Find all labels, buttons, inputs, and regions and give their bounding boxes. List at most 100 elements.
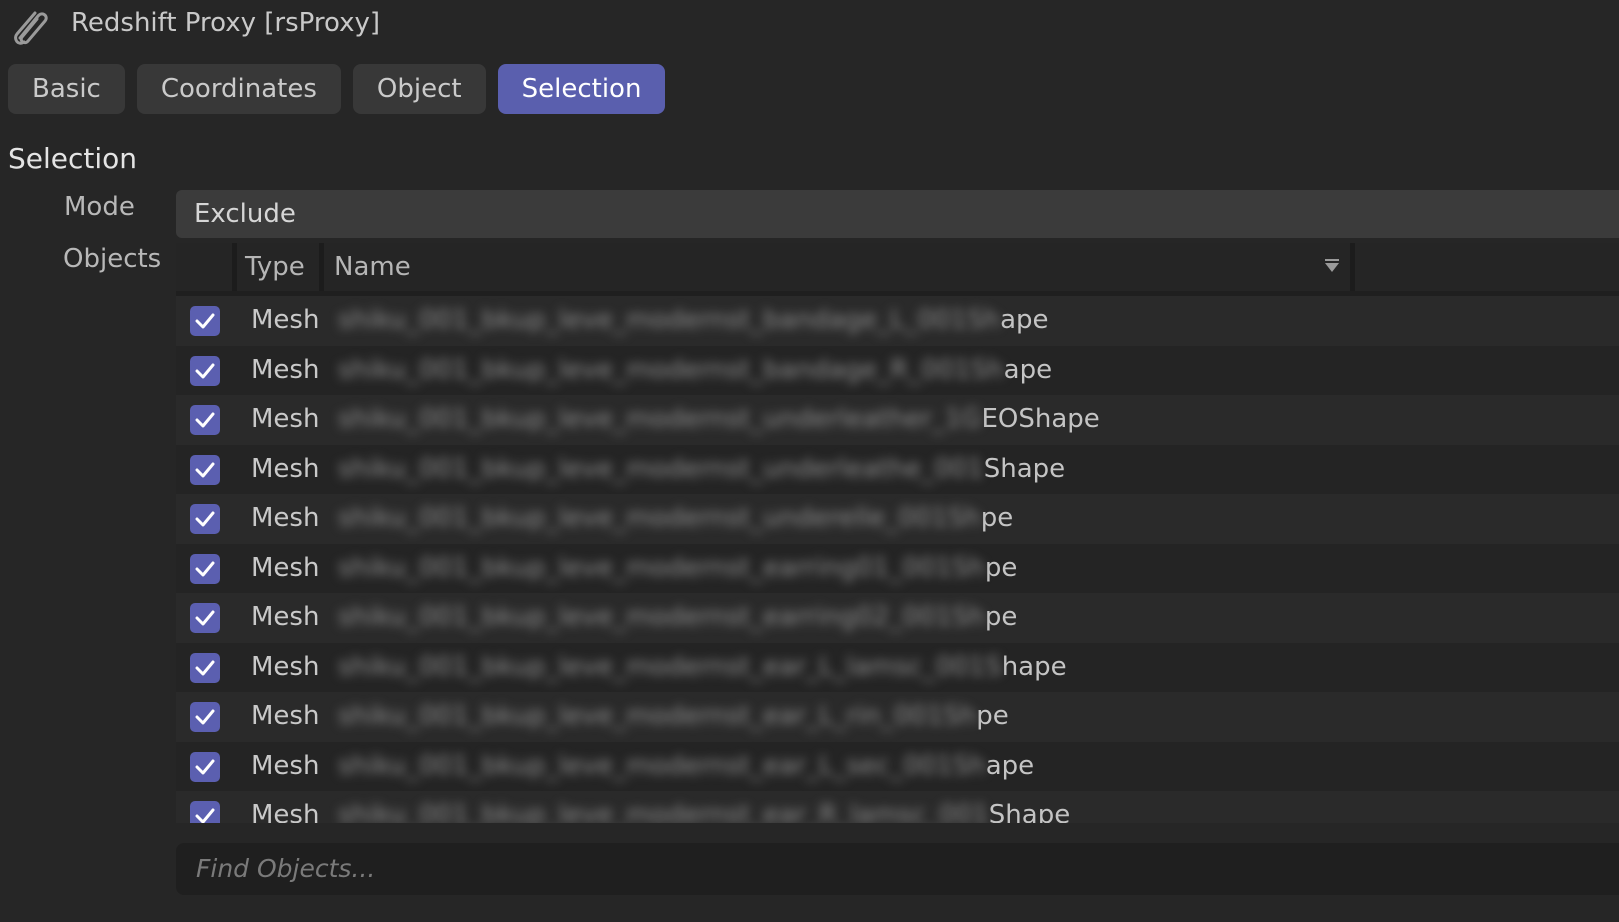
row-type: Mesh xyxy=(251,305,320,335)
objects-list[interactable]: Type Name Mesh shiku_001_bkup_leve_modern… xyxy=(176,243,1619,823)
row-name-suffix: EOShape xyxy=(981,404,1100,434)
row-checkbox[interactable] xyxy=(190,504,220,534)
row-type: Mesh xyxy=(251,453,320,484)
row-checkbox[interactable] xyxy=(190,603,220,633)
row-name-redacted: shiku_001_bkup_leve_modernst_bandage_R_0… xyxy=(338,354,1004,385)
checkmark-icon xyxy=(195,808,215,823)
checkmark-icon xyxy=(195,759,215,774)
row-name-suffix: pe xyxy=(984,602,1018,632)
row-name: shiku_001_bkup_leve_modernst_ear_R_lamsc… xyxy=(338,791,1070,823)
header-type[interactable]: Type xyxy=(237,243,319,291)
row-name: shiku_001_bkup_leve_modernst_underelle_0… xyxy=(338,494,1013,544)
table-row[interactable]: Mesh shiku_001_bkup_leve_modernst_ear_R_l… xyxy=(176,791,1619,823)
row-type: Mesh xyxy=(251,750,320,781)
checkmark-icon xyxy=(195,412,215,428)
checkmark-icon xyxy=(195,660,215,675)
list-header: Type Name xyxy=(176,243,1619,291)
row-checkbox[interactable] xyxy=(190,751,220,782)
checkmark-icon xyxy=(195,462,215,477)
row-type: Mesh xyxy=(251,404,320,434)
row-checkbox[interactable] xyxy=(190,454,220,485)
row-name-suffix: Shape xyxy=(983,453,1066,484)
row-type: Mesh xyxy=(251,503,320,533)
table-row[interactable]: Mesh shiku_001_bkup_leve_modernst_underle… xyxy=(176,444,1619,495)
objects-label: Objects xyxy=(63,244,162,274)
row-name-redacted: shiku_001_bkup_leve_modernst_ear_L_sec_0… xyxy=(338,750,986,781)
header-check-column[interactable] xyxy=(176,243,232,291)
table-row[interactable]: Mesh shiku_001_bkup_leve_modernst_earring… xyxy=(176,593,1619,643)
section-title: Selection xyxy=(8,142,138,175)
row-name: shiku_001_bkup_leve_modernst_earring02_0… xyxy=(338,593,1017,643)
tab-selection[interactable]: Selection xyxy=(497,64,666,114)
checkmark-icon xyxy=(195,511,215,527)
row-name: shiku_001_bkup_leve_modernst_ear_L_lamsc… xyxy=(338,643,1067,693)
row-name: shiku_001_bkup_leve_modernst_bandage_L_0… xyxy=(338,296,1049,346)
table-row[interactable]: Mesh shiku_001_bkup_leve_modernst_earring… xyxy=(176,543,1619,594)
row-name-redacted: shiku_001_bkup_leve_modernst_underleathe… xyxy=(338,453,984,484)
row-checkbox[interactable] xyxy=(190,306,220,336)
mode-dropdown[interactable]: Exclude xyxy=(176,190,1619,238)
row-name-redacted: shiku_001_bkup_leve_modernst_underelle_0… xyxy=(338,503,981,533)
mode-label: Mode xyxy=(64,192,135,222)
table-row[interactable]: Mesh shiku_001_bkup_leve_modernst_ear_L_l… xyxy=(176,642,1619,693)
header-empty xyxy=(1355,243,1619,291)
row-name-suffix: ape xyxy=(1003,354,1053,385)
row-name-redacted: shiku_001_bkup_leve_modernst_underleathe… xyxy=(338,404,982,434)
header-name[interactable]: Name xyxy=(324,243,1350,291)
checkmark-icon xyxy=(195,610,215,626)
row-name-redacted: shiku_001_bkup_leve_modernst_ear_L_lamsc… xyxy=(338,651,1002,682)
row-name: shiku_001_bkup_leve_modernst_underleathe… xyxy=(338,395,1100,445)
row-name-redacted: shiku_001_bkup_leve_modernst_ear_R_lamsc… xyxy=(338,800,989,823)
row-checkbox[interactable] xyxy=(190,553,220,584)
row-type: Mesh xyxy=(251,800,320,823)
tab-basic[interactable]: Basic xyxy=(8,64,125,114)
row-name-redacted: shiku_001_bkup_leve_modernst_ear_L_rin_0… xyxy=(338,701,977,731)
row-name: shiku_001_bkup_leve_modernst_ear_L_sec_0… xyxy=(338,742,1034,792)
table-row[interactable]: Mesh shiku_001_bkup_leve_modernst_bandage… xyxy=(176,345,1619,396)
checkmark-icon xyxy=(195,313,215,329)
tab-coordinates[interactable]: Coordinates xyxy=(136,64,341,114)
row-name-suffix: ape xyxy=(985,750,1035,781)
header-name-label: Name xyxy=(334,252,411,282)
window-title: Redshift Proxy [rsProxy] xyxy=(71,8,381,38)
checkmark-icon xyxy=(195,709,215,725)
checkmark-icon xyxy=(195,561,215,576)
row-name-redacted: shiku_001_bkup_leve_modernst_earring01_0… xyxy=(338,552,985,583)
row-type: Mesh xyxy=(251,701,320,731)
table-row[interactable]: Mesh shiku_001_bkup_leve_modernst_underle… xyxy=(176,395,1619,445)
row-checkbox[interactable] xyxy=(190,405,220,435)
tab-object[interactable]: Object xyxy=(352,64,486,114)
row-checkbox[interactable] xyxy=(190,801,220,823)
row-name-suffix: pe xyxy=(984,552,1018,583)
find-objects-input[interactable] xyxy=(176,843,1619,895)
table-row[interactable]: Mesh shiku_001_bkup_leve_modernst_ear_L_s… xyxy=(176,741,1619,792)
row-type: Mesh xyxy=(251,602,320,632)
row-name-suffix: Shape xyxy=(988,800,1071,823)
row-name: shiku_001_bkup_leve_modernst_underleathe… xyxy=(338,445,1065,495)
row-name: shiku_001_bkup_leve_modernst_bandage_R_0… xyxy=(338,346,1052,396)
row-checkbox[interactable] xyxy=(190,652,220,683)
row-type: Mesh xyxy=(251,651,320,682)
sort-down-icon[interactable] xyxy=(1324,259,1340,273)
row-type: Mesh xyxy=(251,552,320,583)
paperclip-icon xyxy=(14,11,48,45)
row-name-suffix: hape xyxy=(1001,651,1067,682)
row-name-suffix: ape xyxy=(1000,305,1049,335)
tab-bar: Basic Coordinates Object Selection xyxy=(8,64,666,114)
row-type: Mesh xyxy=(251,354,320,385)
table-row[interactable]: Mesh shiku_001_bkup_leve_modernst_underel… xyxy=(176,494,1619,544)
row-checkbox[interactable] xyxy=(190,355,220,386)
row-name-suffix: pe xyxy=(980,503,1014,533)
attribute-panel: Redshift Proxy [rsProxy] Basic Coordinat… xyxy=(0,0,1619,922)
title-bar: Redshift Proxy [rsProxy] xyxy=(0,0,1619,52)
checkmark-icon xyxy=(195,363,215,378)
row-name: shiku_001_bkup_leve_modernst_earring01_0… xyxy=(338,544,1017,594)
row-name-redacted: shiku_001_bkup_leve_modernst_earring02_0… xyxy=(338,602,985,632)
table-row[interactable]: Mesh shiku_001_bkup_leve_modernst_ear_L_r… xyxy=(176,692,1619,742)
row-name-redacted: shiku_001_bkup_leve_modernst_bandage_L_0… xyxy=(338,305,1001,335)
list-rows: Mesh shiku_001_bkup_leve_modernst_bandage… xyxy=(176,296,1619,823)
row-checkbox[interactable] xyxy=(190,702,220,732)
row-name: shiku_001_bkup_leve_modernst_ear_L_rin_0… xyxy=(338,692,1009,742)
table-row[interactable]: Mesh shiku_001_bkup_leve_modernst_bandage… xyxy=(176,296,1619,346)
row-name-suffix: pe xyxy=(976,701,1009,731)
